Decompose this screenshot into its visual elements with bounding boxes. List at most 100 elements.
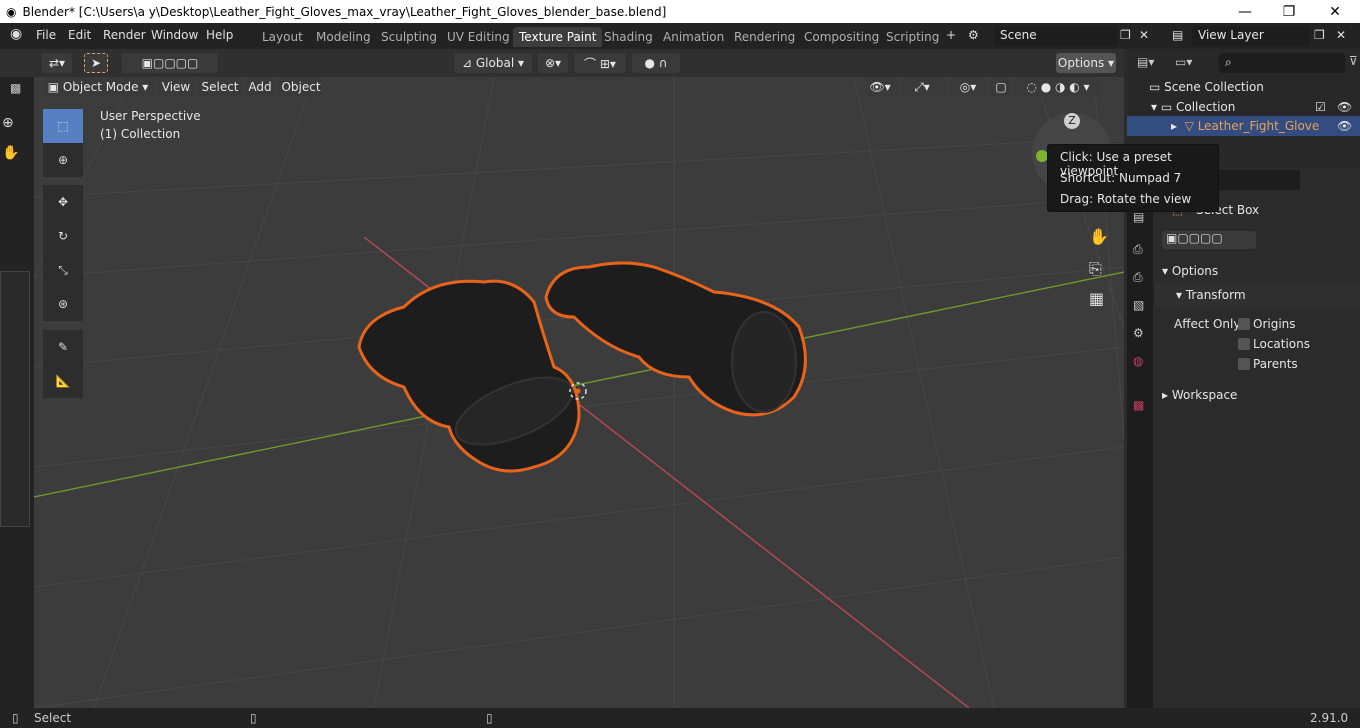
tab-animation[interactable]: Animation xyxy=(657,27,730,47)
new-view-layer-icon[interactable]: ❐ xyxy=(1314,28,1325,42)
pan-hand-icon[interactable]: ✋ xyxy=(1089,227,1109,246)
move-tool[interactable]: ✥ xyxy=(43,185,83,219)
pivot-point-icon[interactable]: ⊗▾ xyxy=(538,53,568,73)
select-box-icon: ⬚ xyxy=(57,119,69,133)
measure-tool[interactable]: 📐 xyxy=(43,364,83,398)
mode-label: Object Mode xyxy=(62,80,139,94)
menu-edit[interactable]: Edit xyxy=(68,28,91,42)
blender-menu-icon[interactable]: ◉ xyxy=(10,26,22,42)
tab-texture-paint[interactable]: Texture Paint xyxy=(513,27,603,47)
view-layer-field[interactable]: View Layer xyxy=(1192,26,1310,46)
xray-icon[interactable]: ▢ xyxy=(992,77,1010,97)
outliner-editor-icon[interactable]: ▤▾ xyxy=(1137,55,1154,69)
close-button[interactable]: ✕ xyxy=(1312,0,1358,23)
outliner-scene-collection[interactable]: ▭ Scene Collection xyxy=(1127,77,1360,97)
menu-help[interactable]: Help xyxy=(206,28,233,42)
tool-header: ⇄▾ ➤ ▣▢▢▢▢ ⊿ Global ▾ ⊗▾ ⌒ ⊞▾ ● ∩ Option… xyxy=(0,49,1124,77)
view-layer-tab-icon[interactable]: ▧ xyxy=(1133,298,1144,312)
collapse-arrow-icon[interactable]: ▾ xyxy=(1151,100,1161,114)
gizmo-z-axis[interactable]: Z xyxy=(1064,113,1080,129)
cursor-tool[interactable]: ⊕ xyxy=(43,143,83,177)
select-box-tool-icon[interactable]: ➤ xyxy=(84,53,108,73)
scene-collection-label: Scene Collection xyxy=(1164,80,1264,94)
tab-sculpting[interactable]: Sculpting xyxy=(375,27,443,47)
output-tab-icon[interactable]: ⎙ xyxy=(1133,270,1143,285)
tab-uv-editing[interactable]: UV Editing xyxy=(441,27,516,47)
zoom-icon[interactable]: ⊕ xyxy=(2,115,14,131)
tab-scripting[interactable]: Scripting xyxy=(880,27,945,47)
gizmo-toggle-icon[interactable]: ⤢▾ xyxy=(902,77,942,97)
viewport-grid xyxy=(34,77,1124,708)
options-section-header[interactable]: ▾ Options xyxy=(1162,264,1218,278)
outliner-object-row[interactable]: ▸ ▽ Leather_Fight_Glove 👁 xyxy=(1127,116,1360,136)
transform-icon: ⊛ xyxy=(57,297,69,311)
filter-icon[interactable]: ⊽ xyxy=(1349,54,1358,68)
scene-icon[interactable]: ⚙ xyxy=(968,28,979,42)
selection-mode-buttons[interactable]: ▣▢▢▢▢ xyxy=(122,53,218,73)
annotate-icon: ✎ xyxy=(57,340,69,354)
delete-scene-icon[interactable]: ✕ xyxy=(1139,28,1149,42)
new-scene-icon[interactable]: ❐ xyxy=(1120,28,1131,42)
proportional-edit-icon[interactable]: ● ∩ xyxy=(632,53,680,73)
options-dropdown[interactable]: Options ▾ xyxy=(1056,53,1116,73)
menu-file[interactable]: File xyxy=(36,28,56,42)
tab-compositing[interactable]: Compositing xyxy=(798,27,885,47)
tab-modeling[interactable]: Modeling xyxy=(310,27,377,47)
select-box-tool[interactable]: ⬚ xyxy=(43,109,83,143)
add-workspace-button[interactable]: + xyxy=(946,28,956,42)
menu-window[interactable]: Window xyxy=(151,28,198,42)
outliner-collection[interactable]: ▾ ▭ Collection ☑ 👁 xyxy=(1127,97,1360,117)
tab-shading[interactable]: Shading xyxy=(598,27,659,47)
outliner-search-input[interactable]: ⌕ xyxy=(1219,53,1345,73)
menu-render[interactable]: Render xyxy=(103,28,146,42)
render-tab-icon[interactable]: ⎙ xyxy=(1133,242,1143,257)
expand-arrow-icon[interactable]: ▸ xyxy=(1171,119,1185,133)
selection-mode-buttons[interactable]: ▣▢▢▢▢ xyxy=(1162,231,1256,249)
eye-icon[interactable]: 👁 xyxy=(1337,100,1352,114)
annotate-tool[interactable]: ✎ xyxy=(43,330,83,364)
delete-view-layer-icon[interactable]: ✕ xyxy=(1336,28,1346,42)
maximize-button[interactable]: ❐ xyxy=(1266,0,1312,23)
version-label: 2.91.0 xyxy=(1310,711,1349,725)
overlay-toggle-icon[interactable]: ◎▾ xyxy=(950,77,986,97)
select-menu[interactable]: Select xyxy=(200,77,240,97)
camera-icon[interactable]: ⎘ xyxy=(1089,259,1102,279)
eye-icon[interactable]: 👁 xyxy=(1337,119,1352,133)
minimize-button[interactable]: — xyxy=(1222,0,1268,23)
window-title: Blender* [C:\Users\a y\Desktop\Leather_F… xyxy=(22,4,667,19)
world-tab-icon[interactable]: ◍ xyxy=(1133,354,1143,368)
transform-orientation-dropdown[interactable]: ⊿ Global ▾ xyxy=(454,53,532,73)
parents-checkbox[interactable] xyxy=(1238,358,1250,370)
workspace-section-header[interactable]: ▸ Workspace xyxy=(1162,388,1237,402)
3d-viewport[interactable]: User Perspective (1) Collection Z ✋ ⎘ ▦ xyxy=(34,77,1124,708)
scene-tab-icon[interactable]: ⚙ xyxy=(1133,326,1144,340)
scale-tool[interactable]: ⤡ xyxy=(43,253,83,287)
display-mode-icon[interactable]: ▭▾ xyxy=(1175,55,1192,69)
pan-hand-icon[interactable]: ✋ xyxy=(2,145,19,161)
visibility-icon[interactable]: 👁▾ xyxy=(866,77,894,97)
transform-subpanel-header[interactable]: ▾ Transform xyxy=(1176,288,1246,302)
shading-mode-buttons[interactable]: ◌ ● ◑ ◐ ▾ xyxy=(1016,77,1100,97)
view-layer-icon[interactable]: ▤ xyxy=(1172,28,1183,42)
tab-layout[interactable]: Layout xyxy=(256,27,309,47)
tool-settings-icon[interactable]: ⇄▾ xyxy=(42,53,72,73)
snap-icon[interactable]: ⌒ ⊞▾ xyxy=(574,53,626,73)
scene-field[interactable]: Scene xyxy=(994,26,1118,46)
view-menu[interactable]: View xyxy=(158,77,194,97)
transform-tool[interactable]: ⊛ xyxy=(43,287,83,321)
texture-tab-icon[interactable]: ▩ xyxy=(1133,398,1144,412)
tab-rendering[interactable]: Rendering xyxy=(728,27,801,47)
object-menu[interactable]: Object xyxy=(280,77,322,97)
checker-icon[interactable]: ▩ xyxy=(10,81,21,95)
left-side-strip: ▦ ▩ ⊕ ✋ xyxy=(0,49,34,708)
locations-checkbox[interactable] xyxy=(1238,338,1250,350)
mode-dropdown[interactable]: ▣ Object Mode ▾ xyxy=(44,77,152,97)
checkbox-icon[interactable]: ☑ xyxy=(1315,100,1326,114)
tooltip-line-2: Shortcut: Numpad 7 xyxy=(1060,171,1182,185)
add-menu[interactable]: Add xyxy=(246,77,274,97)
origins-checkbox[interactable] xyxy=(1238,318,1250,330)
options-label: Options xyxy=(1057,56,1105,70)
rotate-tool[interactable]: ↻ xyxy=(43,219,83,253)
grid-view-icon[interactable]: ▦ xyxy=(1089,289,1104,308)
transform-label: Transform xyxy=(1185,288,1246,302)
